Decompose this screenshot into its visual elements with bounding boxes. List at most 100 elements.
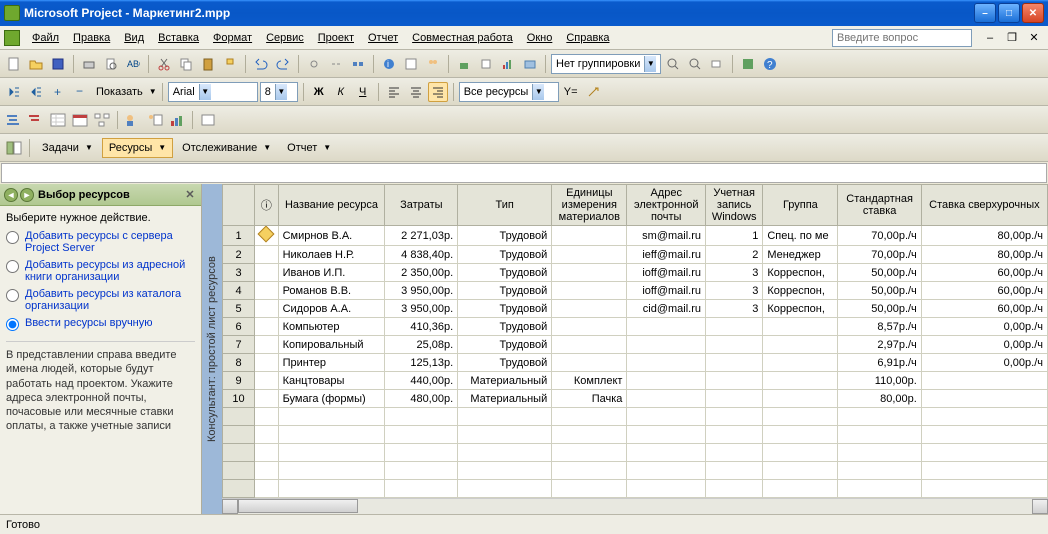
table-row[interactable]: 3Иванов И.П.2 350,00р.Трудовойioff@mail.… xyxy=(223,264,1048,282)
row-number[interactable]: 2 xyxy=(223,246,255,264)
row-number[interactable]: 5 xyxy=(223,300,255,318)
menu-help[interactable]: Справка xyxy=(560,29,615,47)
col-stdrate[interactable]: Стандартная ставка xyxy=(838,185,921,226)
table-row[interactable]: 6Компьютер410,36р.Трудовой8,57р./ч0,00р.… xyxy=(223,318,1048,336)
cell-cost[interactable]: 125,13р. xyxy=(385,354,458,372)
table-row[interactable] xyxy=(223,462,1048,480)
cell-name[interactable]: Иванов И.П. xyxy=(278,264,385,282)
row-number[interactable]: 1 xyxy=(223,226,255,246)
cell-type[interactable]: Трудовой xyxy=(458,264,552,282)
unlink-icon[interactable] xyxy=(326,54,346,74)
split-icon[interactable] xyxy=(348,54,368,74)
cell-stdrate[interactable]: 50,00р./ч xyxy=(838,282,921,300)
cell-type[interactable]: Материальный xyxy=(458,372,552,390)
cell-group[interactable]: Корреспон, xyxy=(763,300,838,318)
cell-ovtrate[interactable] xyxy=(921,390,1047,408)
panel-fwd-icon[interactable]: ► xyxy=(20,188,34,202)
copy-pic-icon[interactable] xyxy=(520,54,540,74)
row-info[interactable] xyxy=(255,300,279,318)
cell-email[interactable] xyxy=(627,318,706,336)
table-row[interactable]: 9Канцтовары440,00р.МатериальныйКомплект1… xyxy=(223,372,1048,390)
network-icon[interactable] xyxy=(92,110,112,130)
table-row[interactable]: 4Романов В.В.3 950,00р.Трудовойioff@mail… xyxy=(223,282,1048,300)
option-add-server[interactable]: Добавить ресурсы с сервера Project Serve… xyxy=(6,230,195,254)
cell-account[interactable]: 3 xyxy=(706,264,763,282)
cell-units[interactable] xyxy=(552,300,627,318)
menu-collab[interactable]: Совместная работа xyxy=(406,29,519,47)
cell-units[interactable] xyxy=(552,336,627,354)
underline-button[interactable]: Ч xyxy=(353,82,373,102)
row-number[interactable] xyxy=(223,408,255,426)
zoom-out-icon[interactable] xyxy=(685,54,705,74)
menu-tools[interactable]: Сервис xyxy=(260,29,310,47)
table-row[interactable]: 8Принтер125,13р.Трудовой6,91р./ч0,00р./ч xyxy=(223,354,1048,372)
cell-name[interactable]: Николаев Н.Р. xyxy=(278,246,385,264)
cell-name[interactable]: Романов В.В. xyxy=(278,282,385,300)
row-number[interactable]: 8 xyxy=(223,354,255,372)
maximize-button[interactable]: □ xyxy=(998,3,1020,23)
cell-cost[interactable]: 3 950,00р. xyxy=(385,300,458,318)
row-number[interactable]: 9 xyxy=(223,372,255,390)
cell-stdrate[interactable]: 110,00р. xyxy=(838,372,921,390)
cell-ovtrate[interactable]: 80,00р./ч xyxy=(921,226,1047,246)
new-icon[interactable] xyxy=(4,54,24,74)
scroll-right-icon[interactable] xyxy=(1032,499,1048,514)
cell-cost[interactable]: 3 950,00р. xyxy=(385,282,458,300)
table-row[interactable] xyxy=(223,426,1048,444)
cell-group[interactable] xyxy=(763,318,838,336)
align-center-icon[interactable] xyxy=(406,82,426,102)
cell-ovtrate[interactable]: 60,00р./ч xyxy=(921,264,1047,282)
cell-units[interactable] xyxy=(552,246,627,264)
cell-ovtrate[interactable]: 0,00р./ч xyxy=(921,336,1047,354)
cell-group[interactable] xyxy=(763,390,838,408)
col-ovtrate[interactable]: Ставка сверхурочных xyxy=(921,185,1047,226)
cell-stdrate[interactable]: 8,57р./ч xyxy=(838,318,921,336)
col-group[interactable]: Группа xyxy=(763,185,838,226)
nav-resources[interactable]: Ресурсы▼ xyxy=(102,138,173,158)
cell-group[interactable] xyxy=(763,372,838,390)
cell-account[interactable]: 3 xyxy=(706,282,763,300)
resource-usage-icon[interactable] xyxy=(145,110,165,130)
cell-name[interactable]: Сидоров А.А. xyxy=(278,300,385,318)
cell-ovtrate[interactable]: 0,00р./ч xyxy=(921,354,1047,372)
cell-units[interactable] xyxy=(552,354,627,372)
cell-account[interactable]: 2 xyxy=(706,246,763,264)
print-icon[interactable] xyxy=(79,54,99,74)
menu-format[interactable]: Формат xyxy=(207,29,258,47)
cell-group[interactable]: Спец. по ме xyxy=(763,226,838,246)
table-row[interactable] xyxy=(223,480,1048,498)
row-info[interactable] xyxy=(255,336,279,354)
link-icon[interactable] xyxy=(304,54,324,74)
row-info[interactable] xyxy=(255,226,279,246)
cell-account[interactable] xyxy=(706,390,763,408)
autofilter-icon[interactable]: Y= xyxy=(561,82,581,102)
cell-stdrate[interactable]: 50,00р./ч xyxy=(838,300,921,318)
cell-stdrate[interactable]: 50,00р./ч xyxy=(838,264,921,282)
vertical-tab[interactable]: Консультант: простой лист ресурсов xyxy=(202,184,222,514)
copy-icon[interactable] xyxy=(176,54,196,74)
cell-account[interactable] xyxy=(706,336,763,354)
col-units[interactable]: Единицы измерения материалов xyxy=(552,185,627,226)
panel-close-icon[interactable]: ✕ xyxy=(183,188,197,202)
col-cost[interactable]: Затраты xyxy=(385,185,458,226)
row-number[interactable]: 3 xyxy=(223,264,255,282)
indent-icon[interactable] xyxy=(26,82,46,102)
cut-icon[interactable] xyxy=(154,54,174,74)
cell-ovtrate[interactable] xyxy=(921,372,1047,390)
table-row[interactable]: 2Николаев Н.Р.4 838,40р.Трудовойieff@mai… xyxy=(223,246,1048,264)
guide-toggle-icon[interactable] xyxy=(4,138,24,158)
cell-stdrate[interactable]: 6,91р./ч xyxy=(838,354,921,372)
bold-button[interactable]: Ж xyxy=(309,82,329,102)
gantt-view-icon[interactable] xyxy=(4,110,24,130)
row-info[interactable] xyxy=(255,354,279,372)
grouping-dropdown[interactable]: Нет группировки ▼ xyxy=(551,54,661,74)
publish-icon[interactable] xyxy=(454,54,474,74)
formula-bar[interactable] xyxy=(1,163,1047,183)
cell-ovtrate[interactable]: 60,00р./ч xyxy=(921,300,1047,318)
task-usage-icon[interactable] xyxy=(48,110,68,130)
cell-name[interactable]: Принтер xyxy=(278,354,385,372)
cell-cost[interactable]: 2 350,00р. xyxy=(385,264,458,282)
menu-insert[interactable]: Вставка xyxy=(152,29,205,47)
table-row[interactable]: 5Сидоров А.А.3 950,00р.Трудовойcid@mail.… xyxy=(223,300,1048,318)
cell-account[interactable] xyxy=(706,318,763,336)
